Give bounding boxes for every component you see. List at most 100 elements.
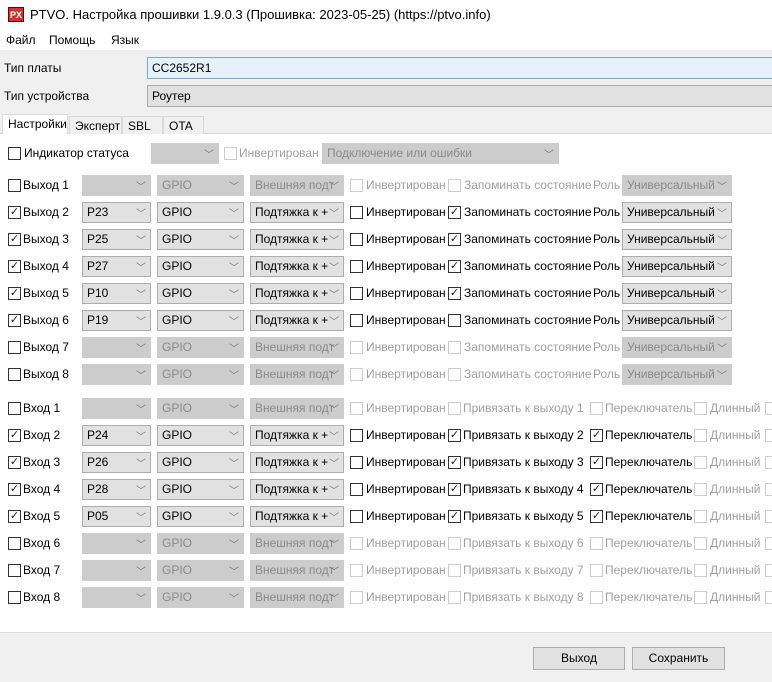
input-pull-select[interactable]: Подтяжка к + ﹀ xyxy=(250,506,344,527)
input-checkbox[interactable]: ✓ xyxy=(8,456,21,469)
input-checkbox[interactable] xyxy=(8,402,21,415)
input-type-select[interactable]: GPIO ﹀ xyxy=(157,425,244,446)
output-pull-select[interactable]: Подтяжка к + ﹀ xyxy=(250,283,344,304)
input-long-checkbox[interactable] xyxy=(694,402,707,415)
output-role-select[interactable]: Универсальный ﹀ xyxy=(622,310,732,331)
board-type-field[interactable]: CC2652R1 xyxy=(147,57,772,79)
input-pull-select[interactable]: Внешняя подт ﹀ xyxy=(250,533,344,554)
output-pin-select[interactable]: ﹀ xyxy=(82,175,151,196)
menu-file[interactable]: Файл xyxy=(6,33,36,47)
output-type-select[interactable]: GPIO ﹀ xyxy=(157,337,244,358)
output-inverted-checkbox[interactable] xyxy=(350,206,363,219)
output-pull-select[interactable]: Внешняя подт ﹀ xyxy=(250,175,344,196)
input-extra-checkbox[interactable] xyxy=(765,564,772,577)
output-type-select[interactable]: GPIO ﹀ xyxy=(157,310,244,331)
input-type-select[interactable]: GPIO ﹀ xyxy=(157,452,244,473)
input-switch-checkbox[interactable]: ✓ xyxy=(590,510,603,523)
input-pull-select[interactable]: Подтяжка к + ﹀ xyxy=(250,425,344,446)
output-pin-select[interactable]: ﹀ xyxy=(82,337,151,358)
input-bind-checkbox[interactable]: ✓ xyxy=(448,429,461,442)
status-indicator-checkbox[interactable] xyxy=(8,147,21,160)
input-checkbox[interactable] xyxy=(8,591,21,604)
status-mode-select[interactable]: Подключение или ошибки ﹀ xyxy=(322,143,559,164)
input-pull-select[interactable]: Подтяжка к + ﹀ xyxy=(250,479,344,500)
output-inverted-checkbox[interactable] xyxy=(350,314,363,327)
output-remember-checkbox[interactable]: ✓ xyxy=(448,233,461,246)
input-type-select[interactable]: GPIO ﹀ xyxy=(157,479,244,500)
device-type-select[interactable]: Роутер xyxy=(147,85,772,107)
input-pin-select[interactable]: P05 ﹀ xyxy=(82,506,151,527)
input-bind-checkbox[interactable] xyxy=(448,402,461,415)
input-checkbox[interactable] xyxy=(8,564,21,577)
input-bind-checkbox[interactable]: ✓ xyxy=(448,483,461,496)
tab-expert[interactable]: Эксперт xyxy=(69,116,122,134)
status-inverted-checkbox[interactable] xyxy=(224,147,237,160)
output-pull-select[interactable]: Подтяжка к + ﹀ xyxy=(250,202,344,223)
output-remember-checkbox[interactable]: ✓ xyxy=(448,287,461,300)
input-checkbox[interactable]: ✓ xyxy=(8,429,21,442)
input-inverted-checkbox[interactable] xyxy=(350,429,363,442)
input-bind-checkbox[interactable] xyxy=(448,591,461,604)
output-remember-checkbox[interactable] xyxy=(448,179,461,192)
tab-ota[interactable]: OTA xyxy=(163,116,204,134)
input-inverted-checkbox[interactable] xyxy=(350,537,363,550)
input-checkbox[interactable]: ✓ xyxy=(8,510,21,523)
output-inverted-checkbox[interactable] xyxy=(350,179,363,192)
input-long-checkbox[interactable] xyxy=(694,537,707,550)
input-type-select[interactable]: GPIO ﹀ xyxy=(157,560,244,581)
input-extra-checkbox[interactable] xyxy=(765,510,772,523)
input-long-checkbox[interactable] xyxy=(694,564,707,577)
output-remember-checkbox[interactable]: ✓ xyxy=(448,260,461,273)
output-inverted-checkbox[interactable] xyxy=(350,233,363,246)
input-inverted-checkbox[interactable] xyxy=(350,564,363,577)
output-pull-select[interactable]: Подтяжка к + ﹀ xyxy=(250,256,344,277)
menu-help[interactable]: Помощь xyxy=(49,33,95,47)
input-inverted-checkbox[interactable] xyxy=(350,510,363,523)
output-checkbox[interactable] xyxy=(8,341,21,354)
input-type-select[interactable]: GPIO ﹀ xyxy=(157,587,244,608)
input-type-select[interactable]: GPIO ﹀ xyxy=(157,506,244,527)
output-type-select[interactable]: GPIO ﹀ xyxy=(157,175,244,196)
output-pull-select[interactable]: Подтяжка к + ﹀ xyxy=(250,229,344,250)
input-pull-select[interactable]: Внешняя подт ﹀ xyxy=(250,587,344,608)
input-extra-checkbox[interactable] xyxy=(765,483,772,496)
output-role-select[interactable]: Универсальный ﹀ xyxy=(622,175,732,196)
input-pin-select[interactable]: ﹀ xyxy=(82,398,151,419)
output-inverted-checkbox[interactable] xyxy=(350,287,363,300)
input-long-checkbox[interactable] xyxy=(694,483,707,496)
output-type-select[interactable]: GPIO ﹀ xyxy=(157,229,244,250)
input-long-checkbox[interactable] xyxy=(694,510,707,523)
output-remember-checkbox[interactable] xyxy=(448,314,461,327)
output-pin-select[interactable]: P25 ﹀ xyxy=(82,229,151,250)
input-pull-select[interactable]: Подтяжка к + ﹀ xyxy=(250,452,344,473)
input-checkbox[interactable] xyxy=(8,537,21,550)
output-pull-select[interactable]: Внешняя подт ﹀ xyxy=(250,337,344,358)
output-role-select[interactable]: Универсальный ﹀ xyxy=(622,364,732,385)
output-checkbox[interactable] xyxy=(8,179,21,192)
input-switch-checkbox[interactable]: ✓ xyxy=(590,483,603,496)
output-role-select[interactable]: Универсальный ﹀ xyxy=(622,202,732,223)
tab-sbl[interactable]: SBL xyxy=(122,116,163,134)
input-switch-checkbox[interactable]: ✓ xyxy=(590,456,603,469)
input-long-checkbox[interactable] xyxy=(694,429,707,442)
output-pull-select[interactable]: Внешняя подт ﹀ xyxy=(250,364,344,385)
output-checkbox[interactable]: ✓ xyxy=(8,314,21,327)
output-type-select[interactable]: GPIO ﹀ xyxy=(157,364,244,385)
input-pull-select[interactable]: Внешняя подт ﹀ xyxy=(250,398,344,419)
output-type-select[interactable]: GPIO ﹀ xyxy=(157,256,244,277)
tab-settings[interactable]: Настройки xyxy=(2,114,68,134)
input-bind-checkbox[interactable] xyxy=(448,537,461,550)
input-type-select[interactable]: GPIO ﹀ xyxy=(157,398,244,419)
output-role-select[interactable]: Универсальный ﹀ xyxy=(622,337,732,358)
input-pull-select[interactable]: Внешняя подт ﹀ xyxy=(250,560,344,581)
input-long-checkbox[interactable] xyxy=(694,591,707,604)
output-checkbox[interactable]: ✓ xyxy=(8,233,21,246)
output-checkbox[interactable]: ✓ xyxy=(8,206,21,219)
input-pin-select[interactable]: ﹀ xyxy=(82,587,151,608)
output-role-select[interactable]: Универсальный ﹀ xyxy=(622,283,732,304)
input-type-select[interactable]: GPIO ﹀ xyxy=(157,533,244,554)
output-checkbox[interactable]: ✓ xyxy=(8,287,21,300)
input-switch-checkbox[interactable] xyxy=(590,591,603,604)
input-pin-select[interactable]: P24 ﹀ xyxy=(82,425,151,446)
output-pin-select[interactable]: ﹀ xyxy=(82,364,151,385)
